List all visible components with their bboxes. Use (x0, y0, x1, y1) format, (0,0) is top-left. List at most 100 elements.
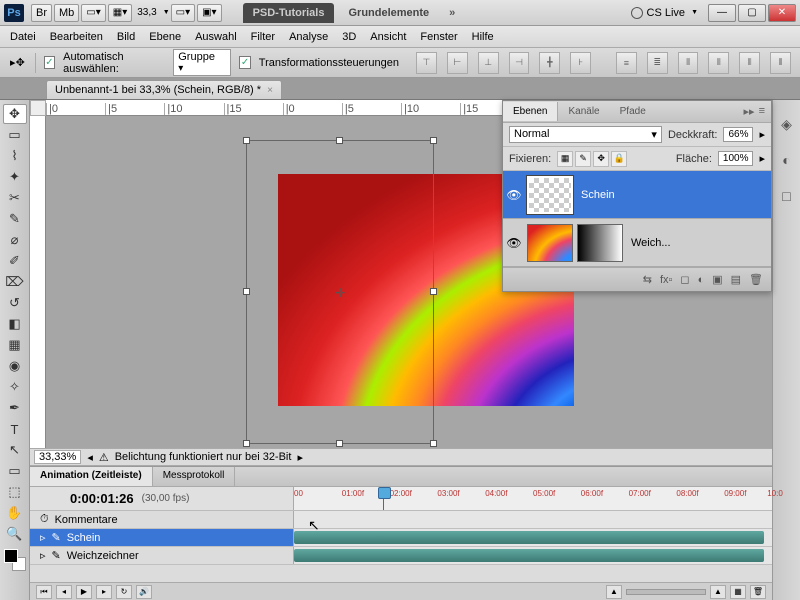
tab-messprotokoll[interactable]: Messprotokoll (153, 467, 236, 486)
bridge-button[interactable]: Br (31, 4, 52, 22)
opacity-flyout[interactable]: ▸ (759, 128, 765, 141)
fx-icon[interactable]: fx▫ (660, 274, 672, 286)
dock-adjust-icon[interactable]: ◐ (777, 150, 797, 170)
color-swatches[interactable] (4, 549, 26, 571)
zoom-out-button[interactable]: ▲ (606, 585, 622, 599)
handle-bl[interactable] (243, 440, 250, 447)
audio-button[interactable]: 🔊 (136, 585, 152, 599)
rewind-button[interactable]: ⏮ (36, 585, 52, 599)
dist-btn-4[interactable]: ⦀ (708, 52, 729, 74)
collapse-icon[interactable]: ▸▸ (744, 105, 755, 118)
trash-icon[interactable]: 🗑 (749, 273, 763, 286)
ruler-origin[interactable] (30, 100, 46, 116)
screen-mode-button[interactable]: ▭▾ (81, 4, 105, 22)
move-tool[interactable]: ✥ (3, 104, 27, 124)
visibility-icon[interactable]: 👁 (503, 188, 525, 202)
zoom-in-button[interactable]: ▲ (710, 585, 726, 599)
brush-tool[interactable]: ✐ (3, 251, 27, 271)
handle-tl[interactable] (243, 137, 250, 144)
menu-bearbeiten[interactable]: Bearbeiten (50, 31, 103, 43)
prev-frame-button[interactable]: ◂ (56, 585, 72, 599)
menu-3d[interactable]: 3D (342, 31, 356, 43)
tab-kanaele[interactable]: Kanäle (558, 102, 609, 121)
handle-ml[interactable] (243, 288, 250, 295)
reference-point-icon[interactable]: ✛ (334, 286, 346, 298)
close-button[interactable]: ✕ (768, 4, 796, 22)
new-layer-icon[interactable]: ▤ (731, 273, 741, 286)
mask-icon[interactable]: ◻ (680, 273, 689, 286)
fill-value[interactable]: 100% (718, 151, 754, 166)
close-tab-icon[interactable]: × (267, 85, 273, 96)
delete-button[interactable]: 🗑 (750, 585, 766, 599)
zoom-tool[interactable]: 🔍 (3, 524, 27, 544)
track-schein[interactable]: ▹✎Schein (30, 529, 772, 547)
align-btn-5[interactable]: ╋ (539, 52, 560, 74)
align-btn-1[interactable]: ⊤ (416, 52, 437, 74)
dist-btn-6[interactable]: ⦀ (770, 52, 791, 74)
path-tool[interactable]: ↖ (3, 440, 27, 460)
lock-transparent-icon[interactable]: ▦ (557, 151, 573, 167)
align-btn-6[interactable]: ⊦ (570, 52, 591, 74)
workspace-tab-tutorials[interactable]: PSD-Tutorials (243, 3, 335, 23)
stamp-tool[interactable]: ⌦ (3, 272, 27, 292)
clip-weich[interactable] (294, 549, 764, 562)
layer-weich[interactable]: 👁 Weich... (503, 219, 771, 267)
blur-tool[interactable]: ◉ (3, 356, 27, 376)
status-arrow-right[interactable]: ▸ (297, 451, 303, 464)
loop-button[interactable]: ↻ (116, 585, 132, 599)
more-workspaces[interactable]: » (449, 7, 455, 19)
align-btn-3[interactable]: ⊥ (478, 52, 499, 74)
heal-tool[interactable]: ⌀ (3, 230, 27, 250)
lock-all-icon[interactable]: 🔒 (611, 151, 627, 167)
arrange-button[interactable]: ▭▾ (171, 4, 195, 22)
ruler-vertical[interactable] (30, 116, 46, 448)
disclosure-icon[interactable]: ▹ (40, 531, 46, 544)
marquee-tool[interactable]: ▭ (3, 125, 27, 145)
next-frame-button[interactable]: ▸ (96, 585, 112, 599)
screen-button[interactable]: ▣▾ (197, 4, 221, 22)
status-zoom[interactable]: 33,33% (34, 450, 81, 464)
menu-fenster[interactable]: Fenster (420, 31, 457, 43)
handle-br[interactable] (430, 440, 437, 447)
eyedropper-tool[interactable]: ✎ (3, 209, 27, 229)
pen-tool[interactable]: ✒ (3, 398, 27, 418)
disclosure-icon[interactable]: ▹ (40, 549, 46, 562)
lock-pixels-icon[interactable]: ✎ (575, 151, 591, 167)
zoom-slider[interactable] (626, 589, 706, 595)
menu-ebene[interactable]: Ebene (149, 31, 181, 43)
3d-tool[interactable]: ⬚ (3, 482, 27, 502)
dodge-tool[interactable]: ✧ (3, 377, 27, 397)
convert-frames-button[interactable]: ▦ (730, 585, 746, 599)
align-btn-2[interactable]: ⊢ (447, 52, 468, 74)
tab-animation[interactable]: Animation (Zeitleiste) (30, 467, 153, 486)
mask-thumb[interactable] (577, 224, 623, 262)
type-tool[interactable]: T (3, 419, 27, 439)
layer-thumb[interactable] (527, 224, 573, 262)
crop-tool[interactable]: ✂ (3, 188, 27, 208)
timecode[interactable]: 0:00:01:26 (70, 491, 134, 506)
playhead[interactable] (383, 487, 384, 510)
track-weichzeichner[interactable]: ▹✎Weichzeichner (30, 547, 772, 565)
eraser-tool[interactable]: ◧ (3, 314, 27, 334)
tab-pfade[interactable]: Pfade (610, 102, 656, 121)
dist-btn-3[interactable]: ⦀ (678, 52, 699, 74)
document-tab[interactable]: Unbenannt-1 bei 33,3% (Schein, RGB/8) * … (46, 80, 282, 99)
layer-name-label[interactable]: Schein (581, 189, 615, 201)
opacity-value[interactable]: 66% (723, 127, 753, 142)
adjustment-icon[interactable]: ◐ (698, 274, 705, 286)
clip-schein[interactable] (294, 531, 764, 544)
status-arrow-left[interactable]: ◂ (87, 451, 93, 464)
layer-thumb[interactable] (527, 176, 573, 214)
tab-ebenen[interactable]: Ebenen (503, 102, 558, 121)
menu-ansicht[interactable]: Ansicht (370, 31, 406, 43)
wand-tool[interactable]: ✦ (3, 167, 27, 187)
menu-hilfe[interactable]: Hilfe (472, 31, 494, 43)
lasso-tool[interactable]: ⌇ (3, 146, 27, 166)
menu-datei[interactable]: Datei (10, 31, 36, 43)
transform-controls-checkbox[interactable]: ✓ (239, 56, 250, 69)
track-kommentare[interactable]: ⏱Kommentare (30, 511, 772, 529)
workspace-tab-grund[interactable]: Grundelemente (338, 3, 439, 23)
minimize-button[interactable]: — (708, 4, 736, 22)
lock-position-icon[interactable]: ✥ (593, 151, 609, 167)
auto-select-checkbox[interactable]: ✓ (44, 56, 55, 69)
